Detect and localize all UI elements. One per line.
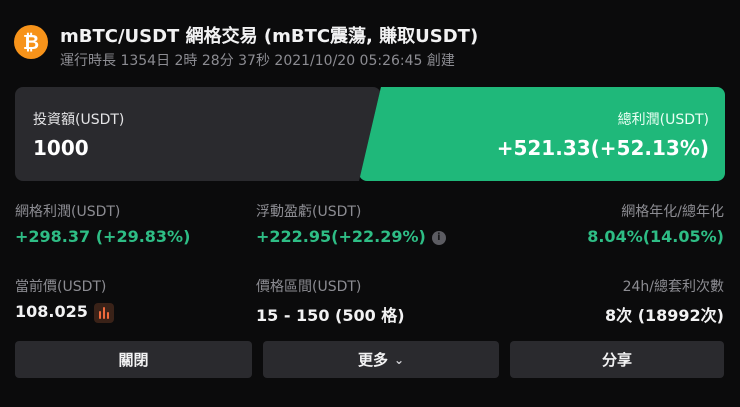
share-button-label: 分享: [601, 351, 632, 369]
investment-value: 1000: [33, 136, 89, 160]
close-button[interactable]: 關閉: [15, 341, 252, 378]
more-button[interactable]: 更多 ⌄: [263, 341, 499, 378]
floating-pnl-stat: 浮動盈虧(USDT) +222.95(+22.29%) i: [256, 201, 446, 246]
current-price-row: 108.025: [15, 302, 114, 323]
current-price-label: 當前價(USDT): [15, 279, 107, 295]
runtime-subtitle: 運行時長 1354日 2時 28分 37秒 2021/10/20 05:26:4…: [60, 53, 455, 69]
price-range-value: 15 - 150 (500 格): [256, 306, 405, 325]
annualized-stat: 網格年化/總年化 8.04%(14.05%): [587, 201, 724, 246]
grid-profit-label: 網格利潤(USDT): [15, 204, 121, 220]
page-title: mBTC/USDT 網格交易 (mBTC震蕩, 賺取USDT): [60, 26, 479, 47]
annualized-value: 8.04%(14.05%): [587, 227, 724, 246]
floating-pnl-label: 浮動盈虧(USDT): [256, 204, 362, 220]
arbitrage-stat: 24h/總套利次數 8次 (18992次): [605, 276, 724, 326]
bitcoin-icon: ₿: [14, 25, 48, 59]
total-profit-card: 總利潤(USDT) +521.33(+52.13%): [359, 87, 725, 181]
arbitrage-value: 8次 (18992次): [605, 306, 724, 325]
more-button-label: 更多: [357, 351, 388, 369]
investment-label: 投資額(USDT): [33, 112, 125, 128]
arbitrage-label: 24h/總套利次數: [622, 279, 724, 295]
chevron-down-icon: ⌄: [393, 352, 405, 367]
candlestick-chart-icon[interactable]: [93, 302, 114, 323]
grid-profit-stat: 網格利潤(USDT) +298.37 (+29.83%): [15, 201, 190, 246]
close-button-label: 關閉: [118, 351, 149, 369]
price-range-label: 價格區間(USDT): [256, 279, 362, 295]
total-profit-label: 總利潤(USDT): [617, 112, 709, 128]
current-price-value: 108.025: [15, 302, 88, 321]
info-icon[interactable]: i: [431, 230, 446, 245]
floating-pnl-row: +222.95(+22.29%) i: [256, 227, 446, 246]
current-price-stat: 當前價(USDT) 108.025: [15, 276, 114, 323]
floating-pnl-value: +222.95(+22.29%): [256, 227, 426, 246]
investment-card: 投資額(USDT) 1000: [15, 87, 381, 181]
total-profit-value: +521.33(+52.13%): [496, 136, 709, 160]
price-range-stat: 價格區間(USDT) 15 - 150 (500 格): [256, 276, 405, 326]
annualized-label: 網格年化/總年化: [621, 204, 724, 220]
share-button[interactable]: 分享: [510, 341, 724, 378]
header: ₿ mBTC/USDT 網格交易 (mBTC震蕩, 賺取USDT) 運行時長 1…: [14, 14, 726, 70]
grid-profit-value: +298.37 (+29.83%): [15, 227, 191, 246]
